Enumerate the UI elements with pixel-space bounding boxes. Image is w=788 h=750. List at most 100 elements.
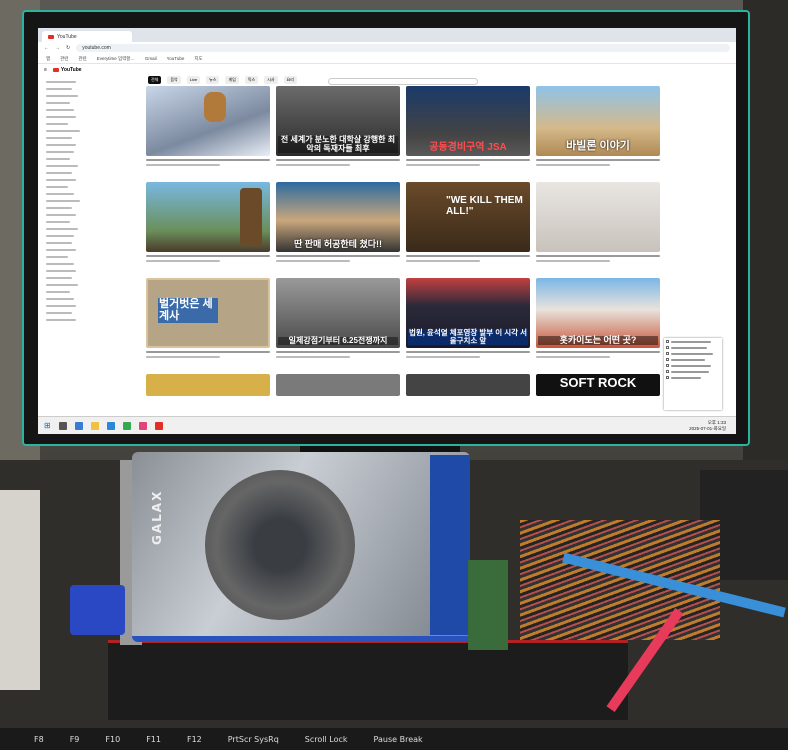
checkbox[interactable] [666, 370, 669, 373]
sidebar-item[interactable] [46, 312, 72, 314]
sidebar-item[interactable] [46, 263, 74, 265]
sidebar-item[interactable] [46, 256, 68, 258]
store-icon[interactable] [106, 421, 115, 430]
sidebar-item[interactable] [46, 200, 80, 202]
video-thumbnail[interactable]: 일제강점기부터 6.25전쟁까지 [276, 278, 400, 348]
chip[interactable]: 게임 [225, 76, 239, 84]
youtube-logo[interactable]: YouTube [52, 67, 82, 73]
popup-option[interactable] [666, 376, 720, 379]
video-card[interactable] [146, 182, 270, 262]
bookmark-item[interactable]: YouTube [167, 56, 185, 61]
video-card[interactable]: 벌거벗은 세계사 [146, 278, 270, 358]
edge-icon[interactable] [74, 421, 83, 430]
sidebar-item[interactable] [46, 228, 78, 230]
sidebar-item[interactable] [46, 123, 68, 125]
video-thumbnail[interactable] [406, 374, 530, 396]
app-icon[interactable] [154, 421, 163, 430]
taskbar-clock[interactable]: 오후 1:33 2025-07-01-화요일 [689, 420, 726, 432]
chip[interactable]: 요리 [283, 76, 297, 84]
key-label[interactable]: F10 [105, 735, 120, 744]
key-label[interactable]: F8 [34, 735, 44, 744]
url-field[interactable]: youtube.com [76, 44, 730, 52]
checkbox[interactable] [666, 364, 669, 367]
video-card[interactable] [146, 86, 270, 166]
video-card[interactable] [536, 182, 660, 262]
chip[interactable]: 시사 [264, 76, 278, 84]
video-card[interactable] [146, 374, 270, 396]
popup-option[interactable] [666, 370, 720, 373]
browser-tab[interactable]: YouTube [42, 31, 132, 42]
sidebar-item[interactable] [46, 291, 70, 293]
video-thumbnail[interactable]: "WE KILL THEM ALL!" [406, 182, 530, 252]
popup-option[interactable] [666, 352, 720, 355]
sidebar-item[interactable] [46, 158, 70, 160]
sidebar-item[interactable] [46, 298, 74, 300]
video-card[interactable]: "WE KILL THEM ALL!" [406, 182, 530, 262]
video-thumbnail[interactable]: 홋카이도는 어떤 곳? [536, 278, 660, 348]
video-thumbnail[interactable] [276, 374, 400, 396]
video-card[interactable] [276, 374, 400, 396]
sidebar-item[interactable] [46, 277, 72, 279]
checkbox[interactable] [666, 358, 669, 361]
video-card[interactable]: 홋카이도는 어떤 곳? [536, 278, 660, 358]
video-thumbnail[interactable] [536, 182, 660, 252]
sidebar-item[interactable] [46, 319, 76, 321]
sidebar-item[interactable] [46, 95, 78, 97]
video-thumbnail[interactable] [146, 374, 270, 396]
sidebar-item[interactable] [46, 81, 76, 83]
sidebar-item[interactable] [46, 214, 76, 216]
video-thumbnail[interactable]: 바빌론 이야기 [536, 86, 660, 156]
video-thumbnail[interactable]: 법원, 윤석열 체포영장 발부 이 시각 서울구치소 앞 [406, 278, 530, 348]
video-thumbnail[interactable]: SOFT ROCK [536, 374, 660, 396]
video-card[interactable]: 공동경비구역 JSA [406, 86, 530, 166]
key-label[interactable]: F12 [187, 735, 202, 744]
video-card[interactable]: 일제강점기부터 6.25전쟁까지 [276, 278, 400, 358]
sidebar-item[interactable] [46, 137, 72, 139]
video-card[interactable]: 법원, 윤석열 체포영장 발부 이 시각 서울구치소 앞 [406, 278, 530, 358]
video-thumbnail[interactable]: 전 세계가 분노한 대학살 강행한 최악의 독재자들 최후 [276, 86, 400, 156]
windows-start-icon[interactable]: ⊞ [44, 421, 51, 430]
popup-option[interactable] [666, 340, 720, 343]
app-icon[interactable] [138, 421, 147, 430]
video-thumbnail[interactable]: 벌거벗은 세계사 [146, 278, 270, 348]
checkbox[interactable] [666, 340, 669, 343]
sidebar-item[interactable] [46, 207, 72, 209]
bookmark-item[interactable]: Gmail [145, 56, 157, 61]
bookmark-item[interactable]: 관련 [60, 56, 68, 62]
forward-icon[interactable]: → [55, 45, 60, 51]
chip[interactable]: Live [186, 76, 201, 84]
checkbox[interactable] [666, 376, 669, 379]
chip[interactable]: 뉴스 [206, 76, 220, 84]
folder-icon[interactable] [90, 421, 99, 430]
sidebar-item[interactable] [46, 186, 68, 188]
video-thumbnail[interactable]: 딴 판매 허공한테 쳤다!! [276, 182, 400, 252]
sidebar-item[interactable] [46, 179, 76, 181]
sidebar-item[interactable] [46, 172, 72, 174]
video-card[interactable] [406, 374, 530, 396]
popup-option[interactable] [666, 364, 720, 367]
search-icon[interactable] [58, 421, 67, 430]
checkbox[interactable] [666, 346, 669, 349]
key-label[interactable]: Scroll Lock [305, 735, 348, 744]
menu-icon[interactable]: ≡ [44, 67, 47, 73]
bookmark-item[interactable]: 지도 [194, 56, 202, 62]
key-label[interactable]: Pause Break [374, 735, 423, 744]
reload-icon[interactable]: ↻ [66, 45, 70, 51]
chrome-icon[interactable] [122, 421, 131, 430]
sidebar-item[interactable] [46, 305, 76, 307]
sidebar-item[interactable] [46, 144, 76, 146]
sidebar-item[interactable] [46, 165, 78, 167]
sidebar-item[interactable] [46, 242, 72, 244]
video-thumbnail[interactable] [146, 86, 270, 156]
sidebar-item[interactable] [46, 284, 78, 286]
sidebar-item[interactable] [46, 249, 76, 251]
bookmark-item[interactable]: 앱 [46, 56, 50, 62]
sidebar-item[interactable] [46, 116, 76, 118]
sidebar-item[interactable] [46, 130, 80, 132]
sidebar-item[interactable] [46, 88, 72, 90]
chip[interactable]: 믹스 [244, 76, 259, 84]
key-label[interactable]: PrtScr SysRq [228, 735, 279, 744]
chip[interactable]: 음악 [167, 76, 181, 84]
popup-option[interactable] [666, 346, 720, 349]
sidebar-item[interactable] [46, 221, 70, 223]
